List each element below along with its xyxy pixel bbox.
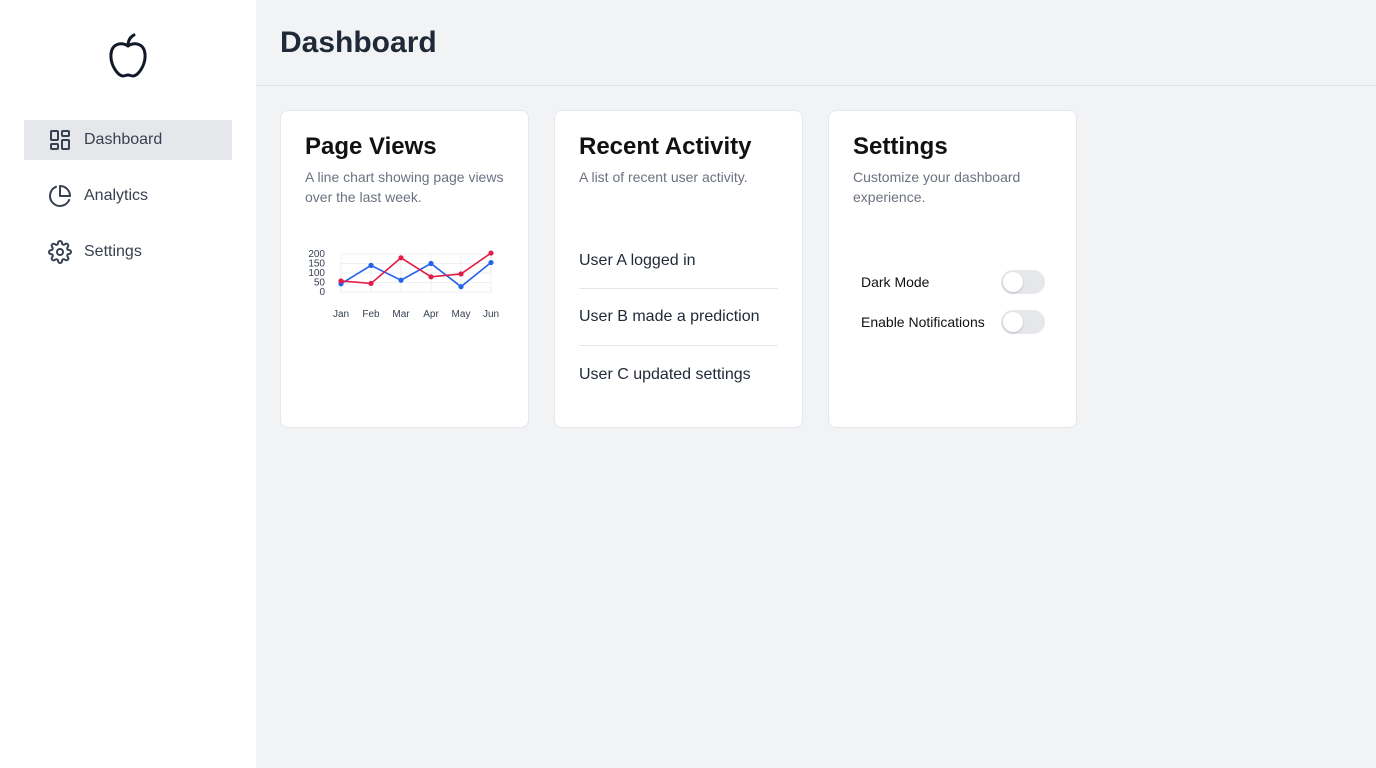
data-point [428,274,434,280]
data-point [368,280,374,287]
card-description: Customize your dashboard experience. [853,169,1021,205]
data-point [338,278,344,284]
dark-mode-toggle[interactable] [1001,270,1045,294]
x-tick-label: Mar [392,309,410,320]
card-title: Page Views [305,133,437,160]
data-point [368,262,374,268]
series-line [340,252,492,285]
page-views-card: Page Views A line chart showing page vie… [280,110,529,428]
toggle-knob [1003,312,1023,332]
notifications-toggle[interactable] [1001,310,1045,334]
sidebar-nav: Dashboard Analytics Settings [24,120,232,288]
card-title: Settings [853,133,948,160]
list-item: User C updated settings [579,365,751,383]
settings-list: Dark Mode Enable Notifications [853,262,1052,342]
data-point [398,255,404,261]
recent-activity-card: Recent Activity A list of recent user ac… [554,110,803,428]
line-chart: 200150100500Jan Feb Mar Apr May Jun [308,249,499,320]
x-tick-label: Jan [333,309,349,320]
data-point [428,260,434,267]
data-point [398,277,404,283]
card-title: Recent Activity [579,133,752,160]
activity-list: User A logged in User B made a predictio… [579,233,778,403]
sidebar-item-label: Dashboard [84,131,163,148]
x-tick-label: Jun [483,309,499,320]
y-tick-label: 0 [319,287,325,298]
sidebar-item-analytics[interactable]: Analytics [24,176,232,216]
data-point [488,250,494,256]
setting-row-dark-mode: Dark Mode [861,262,1052,302]
page-views-chart: 200 150 100 50 0 Jan Feb Mar Apr May Jun [301,249,504,329]
pie-chart-icon [48,184,72,208]
page-title: Dashboard [280,25,437,59]
x-tick-label: May [452,309,471,320]
sidebar-item-label: Settings [84,243,142,260]
setting-label: Dark Mode [861,274,930,290]
data-point [458,271,464,277]
list-item: User B made a prediction [579,289,778,346]
x-tick-label: Feb [362,309,380,320]
setting-label: Enable Notifications [861,314,985,330]
data-point [458,284,464,290]
sidebar-item-settings[interactable]: Settings [24,232,232,272]
page-header: Dashboard [256,0,1376,86]
sidebar-item-label: Analytics [84,187,149,204]
settings-card: Settings Customize your dashboard experi… [828,110,1077,428]
apple-icon [104,32,152,80]
dashboard-grid-icon [48,128,72,152]
toggle-knob [1003,272,1023,292]
data-point [488,259,494,266]
card-description: A line chart showing page views over the… [305,169,504,205]
x-tick-label: Apr [423,309,439,320]
main-content: Dashboard Page Views A line chart showin… [256,0,1376,768]
sidebar: Dashboard Analytics Settings [0,0,256,768]
setting-row-notifications: Enable Notifications [861,302,1052,342]
sidebar-item-dashboard[interactable]: Dashboard [24,120,232,160]
gear-icon [48,240,72,264]
card-description: A list of recent user activity. [579,169,748,185]
list-item: User A logged in [579,233,778,289]
card-grid: Page Views A line chart showing page vie… [280,110,1077,428]
